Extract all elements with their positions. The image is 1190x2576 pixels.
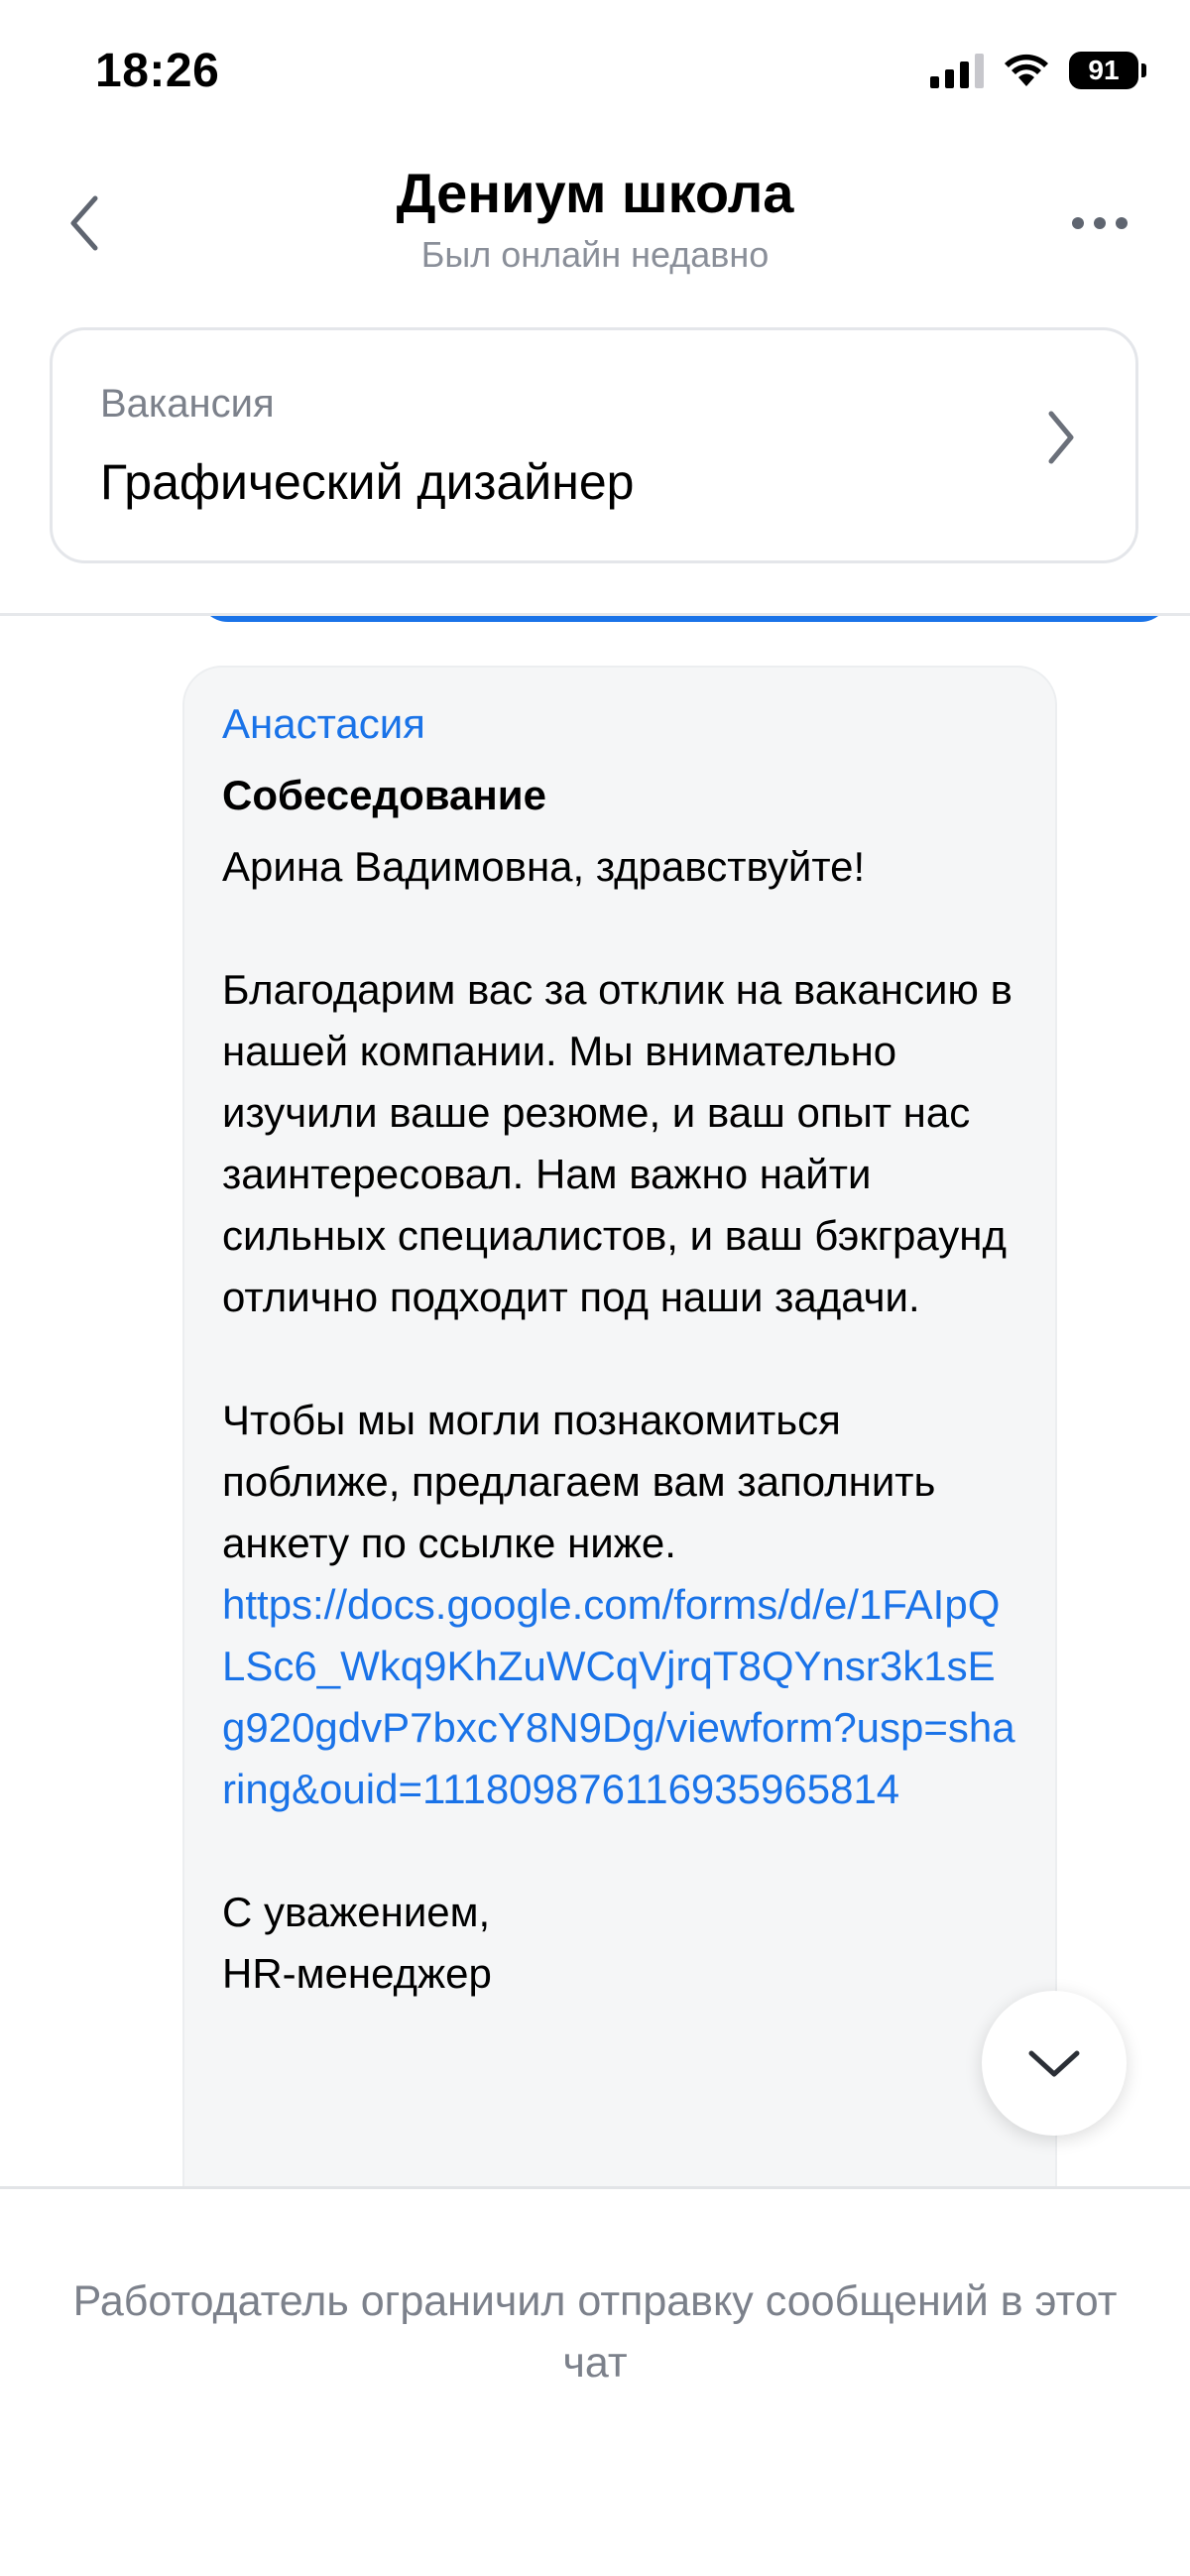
chat-footer: Работодатель ограничил отправку сообщени… — [0, 2189, 1190, 2576]
chat-screen: 18:26 91 Дениум школа Был онлайн недавно… — [0, 0, 1190, 2576]
form-link[interactable]: https://docs.google.com/forms/d/e/1FAIpQ… — [222, 1574, 1017, 1820]
wifi-icon — [1005, 54, 1048, 86]
previous-message-bubble — [198, 616, 1170, 622]
message-sender: Анастасия — [222, 700, 425, 747]
online-status: Был онлайн недавно — [420, 234, 770, 275]
back-button[interactable] — [50, 179, 119, 268]
more-options-button[interactable] — [1055, 198, 1144, 248]
message-list[interactable]: Анастасия Собеседование Арина Вадимовна,… — [0, 616, 1190, 2186]
cellular-signal-icon — [930, 53, 984, 88]
message-paragraph: Чтобы мы могли познакомиться поближе, пр… — [222, 1397, 936, 1566]
vacancy-title: Графический дизайнер — [100, 454, 635, 510]
chat-title: Дениум школа — [396, 162, 794, 224]
message-greeting: Арина Вадимовна, здравствуйте! — [222, 843, 866, 890]
scroll-down-button[interactable] — [982, 1991, 1127, 2136]
message-subject: Собеседование — [222, 772, 546, 818]
vacancy-card[interactable]: Вакансия Графический дизайнер — [50, 327, 1138, 563]
more-horizontal-icon — [1072, 217, 1128, 229]
chevron-left-icon — [70, 195, 98, 251]
status-bar: 18:26 91 — [0, 0, 1190, 139]
vacancy-label: Вакансия — [100, 382, 275, 426]
chevron-right-icon — [1048, 411, 1074, 464]
chevron-down-icon — [1028, 2050, 1080, 2077]
chat-header: Дениум школа Был онлайн недавно — [0, 139, 1190, 298]
restriction-notice: Работодатель ограничил отправку сообщени… — [72, 2277, 1118, 2387]
message-signoff: С уважением, HR-менеджер — [222, 1889, 492, 1997]
vacancy-open-button[interactable] — [1046, 410, 1076, 470]
status-time: 18:26 — [95, 45, 220, 97]
message-paragraph: Благодарим вас за отклик на вакансию в н… — [222, 966, 1012, 1320]
chat-title-block[interactable]: Дениум школа Был онлайн недавно — [198, 159, 992, 280]
status-indicators: 91 — [930, 52, 1146, 89]
battery-icon: 91 — [1069, 52, 1146, 89]
message-bubble[interactable]: Анастасия Собеседование Арина Вадимовна,… — [182, 666, 1057, 2186]
